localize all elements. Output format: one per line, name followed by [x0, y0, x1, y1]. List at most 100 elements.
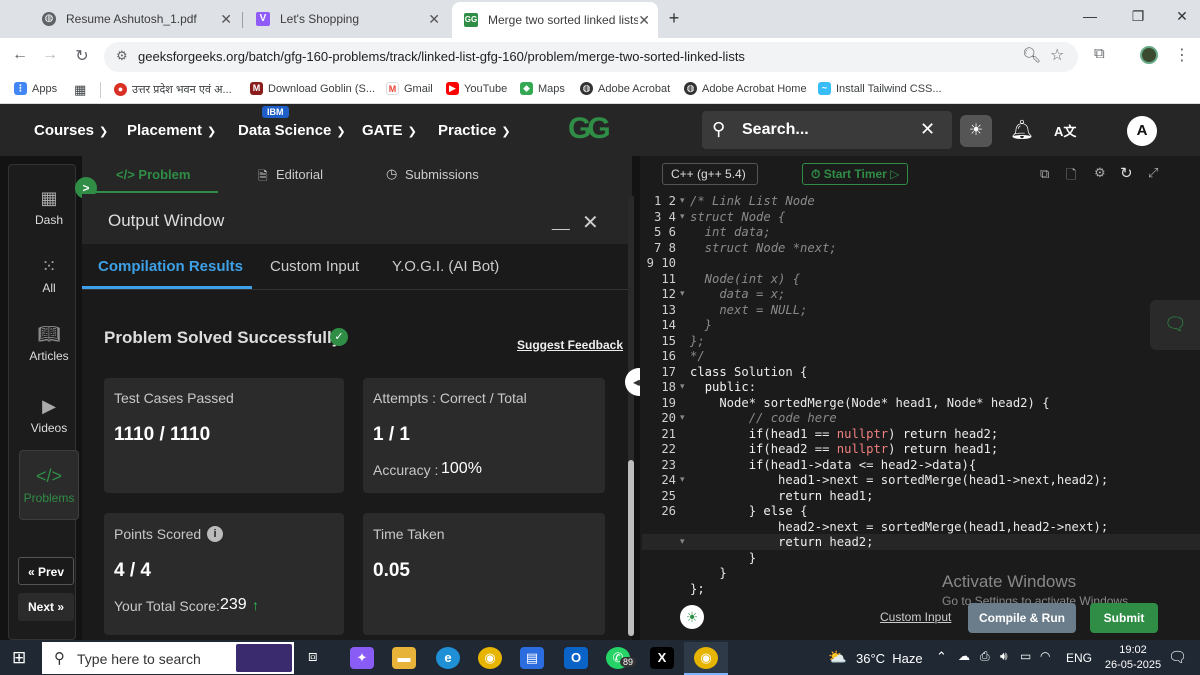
- tab-submissions[interactable]: Submissions: [405, 167, 479, 182]
- bookmark-tailwind[interactable]: ~ Install Tailwind CSS...: [818, 82, 942, 95]
- weather-icon[interactable]: ⛅: [828, 648, 847, 666]
- site-info-icon[interactable]: ⚙: [116, 48, 128, 64]
- close-panel-icon[interactable]: ✕: [582, 210, 599, 235]
- file-explorer-icon[interactable]: ▬: [392, 647, 416, 669]
- notification-bell-icon[interactable]: 🔔︎: [1010, 118, 1034, 142]
- extensions-icon[interactable]: ⧉: [1094, 45, 1105, 62]
- menu-courses[interactable]: Courses ❯: [34, 122, 108, 139]
- close-window-icon[interactable]: ✕: [1172, 8, 1192, 25]
- fold-markers[interactable]: ▾ ▾ ▾ ▾ ▾ ▾ ▾: [680, 194, 685, 551]
- task-view-icon[interactable]: ⧈: [308, 648, 318, 665]
- chrome-icon[interactable]: ◉: [478, 647, 502, 669]
- taskbar-search-placeholder: Type here to search: [77, 651, 201, 667]
- copy-icon[interactable]: ⧉: [1040, 166, 1049, 182]
- settings-icon[interactable]: ⚙: [1094, 165, 1106, 181]
- weather-text[interactable]: 36°C Haze: [856, 651, 923, 666]
- language-indicator[interactable]: ENG: [1066, 651, 1092, 665]
- lightbulb-icon[interactable]: ☀: [680, 605, 704, 629]
- minimize-icon[interactable]: —: [1080, 8, 1100, 24]
- bookmark-acrobat[interactable]: ◍ Adobe Acrobat: [580, 82, 670, 95]
- clear-search-icon[interactable]: ✕: [920, 119, 935, 140]
- start-timer-button[interactable]: ⏱ Start Timer ▷: [802, 163, 908, 185]
- reload-icon[interactable]: ↻: [72, 46, 92, 66]
- outlook-icon[interactable]: O: [564, 647, 588, 669]
- wifi-icon[interactable]: ◠: [1040, 649, 1050, 663]
- next-button[interactable]: Next »: [18, 593, 74, 621]
- search-input[interactable]: [702, 111, 952, 149]
- new-tab-icon[interactable]: +: [664, 8, 684, 29]
- fullscreen-icon[interactable]: ⤢: [1148, 165, 1158, 181]
- reset-icon[interactable]: ↻: [1120, 164, 1133, 182]
- x-icon[interactable]: X: [650, 647, 674, 669]
- bookmark-up-bhawan[interactable]: ● उत्तर प्रदेश भवन एवं अ...: [114, 82, 232, 97]
- chevron-down-icon: ❯: [407, 126, 417, 138]
- file-icon[interactable]: 🗋: [1066, 166, 1076, 188]
- rail-item-videos[interactable]: ▶ Videos: [10, 396, 88, 435]
- menu-placement[interactable]: Placement ❯: [127, 122, 216, 139]
- tab-yogi-bot[interactable]: Y.O.G.I. (AI Bot): [392, 258, 499, 275]
- rail-label: Problems: [23, 491, 75, 505]
- menu-kebab-icon[interactable]: ⋮: [1174, 45, 1190, 65]
- bookmark-acrobat-home[interactable]: ◍ Adobe Acrobat Home: [684, 82, 807, 95]
- prev-button[interactable]: « Prev: [18, 557, 74, 585]
- bookmark-youtube[interactable]: ▶ YouTube: [446, 82, 507, 95]
- close-tab-icon[interactable]: ✕: [428, 11, 440, 28]
- tab-compilation-results[interactable]: Compilation Results: [98, 258, 243, 275]
- book-icon: 📖︎: [37, 324, 61, 344]
- zoom-icon[interactable]: 🔍︎: [1022, 46, 1041, 64]
- battery-icon[interactable]: ▭: [1020, 649, 1031, 663]
- copilot-icon[interactable]: ✦: [350, 647, 374, 669]
- bookmark-maps[interactable]: ⬥ Maps: [520, 82, 565, 95]
- tab-problem[interactable]: </> Problem: [116, 167, 190, 182]
- windows-start-icon[interactable]: ⊞: [12, 648, 26, 668]
- tray-overflow-icon[interactable]: ⌃: [936, 649, 947, 665]
- tab-shopping[interactable]: V Let's Shopping ✕: [244, 4, 448, 34]
- clock-time[interactable]: 19:02: [1108, 644, 1158, 656]
- menu-data-science[interactable]: Data Science ❯: [238, 122, 346, 139]
- minimize-panel-icon[interactable]: __: [552, 214, 570, 232]
- bookmark-gmail[interactable]: M Gmail: [386, 82, 433, 95]
- clock-date[interactable]: 26-05-2025: [1098, 659, 1168, 671]
- notifications-icon[interactable]: 🗨︎: [1168, 648, 1187, 666]
- url-text[interactable]: geeksforgeeks.org/batch/gfg-160-problems…: [138, 49, 745, 64]
- code-content[interactable]: /* Link List Node struct Node { int data…: [690, 194, 1108, 597]
- restore-icon[interactable]: ❐: [1128, 8, 1148, 25]
- menu-practice[interactable]: Practice ❯: [438, 122, 511, 139]
- tab-merge-lists[interactable]: GG Merge two sorted linked lists | ✕: [452, 2, 658, 38]
- tab-custom-input[interactable]: Custom Input: [270, 258, 359, 275]
- compile-run-button[interactable]: Compile & Run: [968, 603, 1076, 633]
- gfg-logo[interactable]: GG: [568, 112, 611, 146]
- scrollbar-thumb[interactable]: [628, 460, 634, 636]
- tab-resume[interactable]: ◍ Resume Ashutosh_1.pdf ✕: [30, 4, 240, 34]
- onedrive-icon[interactable]: ☁: [958, 649, 970, 663]
- timer-icon: ⏱: [811, 167, 824, 181]
- rail-label: Dash: [34, 213, 63, 227]
- theme-toggle-icon[interactable]: ☀: [960, 115, 992, 147]
- submit-button[interactable]: Submit: [1090, 603, 1158, 633]
- edge-icon[interactable]: e: [436, 647, 460, 669]
- info-icon[interactable]: i: [207, 526, 223, 542]
- tab-groups-icon[interactable]: ▦: [74, 82, 86, 98]
- volume-icon[interactable]: 🔊︎: [1000, 649, 1008, 664]
- bookmark-star-icon[interactable]: ☆: [1050, 45, 1064, 65]
- translate-icon[interactable]: A文: [1054, 121, 1076, 140]
- rail-item-articles[interactable]: 📖︎ Articles: [10, 324, 88, 363]
- rail-item-problems[interactable]: </> Problems: [10, 466, 88, 505]
- meet-icon[interactable]: ⎙: [980, 649, 990, 664]
- store-icon[interactable]: ▤: [520, 647, 544, 669]
- chrome-active-icon[interactable]: ◉: [694, 647, 718, 669]
- back-icon[interactable]: ←: [10, 46, 30, 64]
- custom-input-link[interactable]: Custom Input: [880, 610, 951, 624]
- menu-gate[interactable]: GATE ❯: [362, 122, 417, 139]
- tab-editorial[interactable]: Editorial: [276, 167, 323, 182]
- close-tab-icon[interactable]: ✕: [638, 12, 650, 29]
- bookmark-goblin[interactable]: M Download Goblin (S...: [250, 82, 375, 95]
- profile-avatar[interactable]: [1140, 46, 1158, 64]
- bookmark-apps[interactable]: ⋮ Apps: [14, 82, 57, 95]
- close-tab-icon[interactable]: ✕: [220, 11, 232, 28]
- forward-icon[interactable]: →: [40, 46, 60, 64]
- language-select[interactable]: C++ (g++ 5.4): [662, 163, 758, 185]
- suggest-feedback-link[interactable]: Suggest Feedback: [517, 338, 623, 352]
- rail-item-all[interactable]: ⁙ All: [10, 256, 88, 295]
- user-avatar[interactable]: A: [1127, 116, 1157, 146]
